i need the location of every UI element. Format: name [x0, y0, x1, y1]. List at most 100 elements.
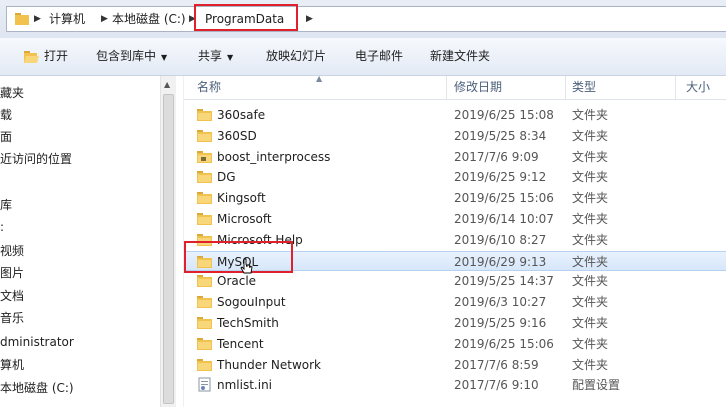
file-type: 文件夹 — [572, 274, 609, 288]
folder-icon — [197, 130, 212, 142]
scrollbar-thumb[interactable] — [163, 94, 174, 404]
column-divider[interactable] — [565, 76, 566, 99]
file-type: 文件夹 — [572, 150, 609, 164]
nav-item-desktop[interactable]: 面 — [0, 127, 12, 147]
column-header-size[interactable]: 大小 — [686, 76, 710, 99]
email-button[interactable]: 电子邮件 — [355, 38, 403, 75]
column-divider[interactable] — [675, 76, 676, 99]
nav-item-pictures[interactable]: 图片 — [0, 263, 24, 283]
nav-item-libraries[interactable]: 库 — [0, 195, 12, 215]
chevron-right-icon[interactable]: ▶ — [34, 7, 41, 31]
file-name: Microsoft — [217, 212, 272, 226]
annotation-highlight-box — [184, 241, 293, 273]
file-type: 文件夹 — [572, 233, 609, 247]
sort-ascending-icon: ▲ — [316, 74, 323, 83]
dropdown-arrow-icon: ▼ — [161, 53, 168, 62]
file-row[interactable]: boost_interprocess 2017/7/6 9:09 文件夹 — [184, 147, 726, 167]
nav-item-documents[interactable]: 文档 — [0, 286, 24, 306]
column-header-type[interactable]: 类型 — [572, 76, 596, 99]
mouse-cursor-icon — [240, 258, 253, 274]
file-name: SogouInput — [217, 295, 286, 309]
scroll-up-icon[interactable]: ▲ — [164, 80, 170, 89]
command-bar: 打开 包含到库中 ▼ 共享 ▼ 放映幻灯片 电子邮件 新建文件夹 — [0, 38, 726, 76]
folder-icon — [197, 359, 212, 371]
chevron-right-icon[interactable]: ▶ — [306, 7, 313, 31]
slideshow-button[interactable]: 放映幻灯片 — [266, 38, 326, 75]
folder-icon — [197, 171, 212, 183]
file-name: nmlist.ini — [217, 378, 273, 392]
file-date: 2017/7/6 9:09 — [454, 150, 539, 164]
nav-item-libraries-sub[interactable]: : — [0, 217, 4, 237]
file-date: 2019/5/25 8:34 — [454, 129, 547, 143]
nav-item-music[interactable]: 音乐 — [0, 308, 24, 328]
file-name: DG — [217, 170, 236, 184]
nav-item-videos[interactable]: 视频 — [0, 241, 24, 261]
column-divider[interactable] — [446, 76, 447, 99]
column-header-date[interactable]: 修改日期 — [454, 76, 502, 99]
nav-item-local-disk[interactable]: 本地磁盘 (C:) — [0, 378, 74, 398]
file-row[interactable]: Kingsoft 2019/6/25 15:06 文件夹 — [184, 188, 726, 208]
file-type: 文件夹 — [572, 295, 609, 309]
nav-item-downloads[interactable]: 载 — [0, 105, 12, 125]
open-button[interactable]: 打开 — [24, 38, 68, 75]
file-row[interactable]: DG 2019/6/25 9:12 文件夹 — [184, 167, 726, 187]
file-type: 文件夹 — [572, 129, 609, 143]
breadcrumb-computer[interactable]: 计算机 — [49, 7, 85, 31]
file-type: 文件夹 — [572, 316, 609, 330]
include-in-library-button[interactable]: 包含到库中 ▼ — [96, 38, 167, 75]
file-date: 2017/7/6 8:59 — [454, 358, 539, 372]
folder-lock-icon — [197, 151, 212, 163]
folder-icon — [197, 213, 212, 225]
file-name: Kingsoft — [217, 191, 266, 205]
breadcrumb-local-disk[interactable]: 本地磁盘 (C:) — [112, 7, 186, 31]
dropdown-arrow-icon: ▼ — [227, 53, 234, 62]
address-field[interactable]: ▶ 计算机 ▶ 本地磁盘 (C:) ▶ ProgramData ▶ — [6, 6, 726, 32]
file-type: 配置设置 — [572, 378, 621, 392]
include-in-library-label: 包含到库中 — [96, 49, 157, 63]
nav-item-computer[interactable]: 算机 — [0, 355, 24, 375]
folder-icon — [197, 192, 212, 204]
file-name: Tencent — [217, 337, 264, 351]
file-date: 2019/6/25 15:08 — [454, 108, 554, 122]
file-date: 2019/6/25 9:12 — [454, 170, 547, 184]
file-type: 文件夹 — [572, 108, 609, 122]
file-name: 360SD — [217, 129, 257, 143]
file-date: 2019/5/25 9:16 — [454, 316, 547, 330]
column-header-row: ▲ 名称 修改日期 类型 大小 — [184, 74, 726, 100]
file-row[interactable]: SogouInput 2019/6/3 10:27 文件夹 — [184, 292, 726, 312]
nav-item-administrator[interactable]: dministrator — [0, 332, 74, 352]
file-row[interactable]: Tencent 2019/6/25 15:06 文件夹 — [184, 334, 726, 354]
file-row[interactable]: 360safe 2019/6/25 15:08 文件夹 — [184, 105, 726, 125]
file-row[interactable]: Microsoft 2019/6/14 10:07 文件夹 — [184, 209, 726, 229]
file-name: TechSmith — [217, 316, 279, 330]
nav-scrollbar[interactable]: ▲ — [160, 76, 176, 407]
file-row[interactable]: 360SD 2019/5/25 8:34 文件夹 — [184, 126, 726, 146]
nav-item-recent-places[interactable]: 近访问的位置 — [0, 149, 72, 169]
share-button[interactable]: 共享 ▼ — [198, 38, 233, 75]
file-name: boost_interprocess — [217, 150, 331, 164]
file-type: 文件夹 — [572, 255, 609, 269]
nav-item-favorites[interactable]: 藏夹 — [0, 83, 24, 103]
file-row[interactable]: TechSmith 2019/5/25 9:16 文件夹 — [184, 313, 726, 333]
column-header-name[interactable]: 名称 — [197, 76, 221, 99]
annotation-highlight-box — [194, 4, 298, 31]
file-date: 2019/6/25 15:06 — [454, 337, 554, 351]
navigation-pane: 藏夹 载 面 近访问的位置 库 : 视频 图片 文档 音乐 dministrat… — [0, 76, 176, 407]
folder-icon — [197, 109, 212, 121]
file-row[interactable]: Thunder Network 2017/7/6 8:59 文件夹 — [184, 355, 726, 375]
file-row[interactable]: nmlist.ini 2017/7/6 9:10 配置设置 — [184, 375, 726, 395]
file-type: 文件夹 — [572, 170, 609, 184]
pane-splitter[interactable] — [176, 76, 184, 407]
file-type: 文件夹 — [572, 212, 609, 226]
open-folder-icon — [24, 51, 39, 63]
file-name: Thunder Network — [217, 358, 321, 372]
file-row[interactable]: Oracle 2019/5/25 14:37 文件夹 — [184, 271, 726, 291]
folder-icon — [15, 13, 29, 25]
file-type: 文件夹 — [572, 191, 609, 205]
new-folder-button[interactable]: 新建文件夹 — [430, 38, 490, 75]
chevron-right-icon[interactable]: ▶ — [101, 7, 108, 31]
folder-icon — [197, 275, 212, 287]
file-date: 2019/6/29 9:13 — [454, 255, 547, 269]
file-date: 2019/6/10 8:27 — [454, 233, 547, 247]
file-date: 2019/6/3 10:27 — [454, 295, 547, 309]
